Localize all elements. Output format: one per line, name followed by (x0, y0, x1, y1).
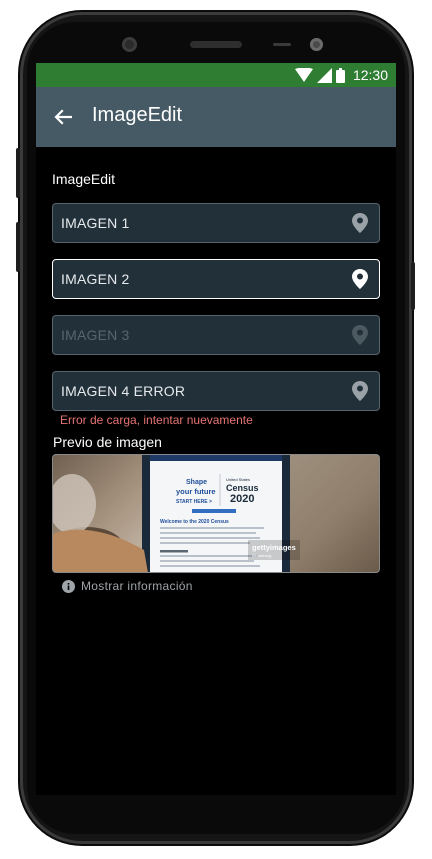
wifi-icon (294, 68, 313, 82)
preview-label: Previo de imagen (53, 434, 162, 450)
volume-up-button (16, 148, 20, 198)
census-year: 2020 (230, 493, 254, 505)
section-title: ImageEdit (52, 171, 116, 187)
imagen-1-field[interactable]: IMAGEN 1 (52, 203, 380, 243)
cell-signal-icon (316, 67, 332, 83)
card-line-2: your future (176, 487, 216, 496)
imagen-2-field[interactable]: IMAGEN 2 (52, 259, 380, 299)
app-title: ImageEdit (92, 104, 183, 126)
preview-photo: Shape your future START HERE > United St… (53, 455, 379, 572)
status-icons: 12:30 (294, 66, 388, 84)
info-text: Mostrar información (81, 579, 193, 593)
location-pin-icon[interactable] (352, 269, 368, 289)
card-line-1: Shape (186, 479, 207, 486)
card-line-3: START HERE > (176, 499, 212, 505)
battery-icon (335, 67, 345, 83)
screen: 12:30 ImageEdit ImageEdit IMAGEN 1 IMAGE… (36, 63, 396, 795)
imagen-4-field[interactable]: IMAGEN 4 ERROR (52, 371, 380, 411)
location-pin-icon[interactable] (352, 381, 368, 401)
field-label: IMAGEN 3 (61, 327, 130, 343)
power-button (411, 262, 415, 310)
watermark-sub: Bloomberg (252, 553, 271, 558)
watermark: gettyimages (252, 543, 296, 552)
imagen-3-field: IMAGEN 3 (52, 315, 380, 355)
volume-down-button (16, 222, 20, 272)
show-info-link[interactable]: Mostrar información (62, 579, 193, 593)
field-label: IMAGEN 2 (61, 271, 130, 287)
earpiece-speaker (190, 41, 242, 48)
location-pin-icon[interactable] (352, 213, 368, 233)
error-message: Error de carga, intentar nuevamente (60, 413, 253, 427)
image-preview[interactable]: Shape your future START HERE > United St… (52, 454, 380, 573)
welcome-text: Welcome to the 2020 Census (160, 519, 229, 525)
front-camera (122, 37, 137, 52)
proximity-sensor (273, 43, 291, 46)
back-button[interactable] (50, 104, 76, 130)
arrow-left-icon (54, 109, 72, 125)
location-pin-icon (352, 325, 368, 345)
census-top: United States (226, 477, 250, 482)
light-sensor (310, 38, 323, 51)
field-label: IMAGEN 4 ERROR (61, 383, 186, 399)
app-bar: ImageEdit (36, 87, 396, 147)
status-time: 12:30 (352, 67, 388, 83)
census-word: Census (226, 483, 259, 493)
status-bar: 12:30 (36, 63, 396, 87)
field-label: IMAGEN 1 (61, 215, 130, 231)
info-icon (62, 579, 75, 593)
